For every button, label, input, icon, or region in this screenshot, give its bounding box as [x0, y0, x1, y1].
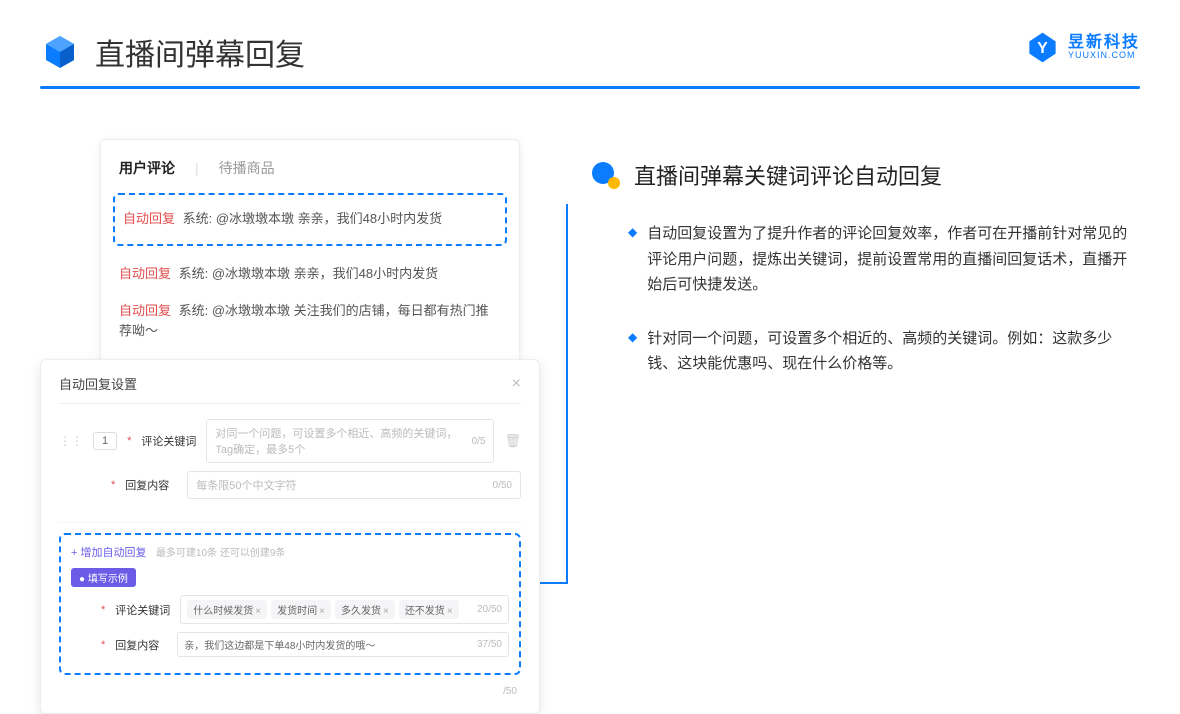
- trash-icon[interactable]: 🗑: [504, 433, 521, 449]
- placeholder-text: 对同一个问题，可设置多个相近、高频的关键词，Tag确定，最多5个: [215, 425, 471, 457]
- keyword-row: ⋮⋮ 1 * 评论关键词 对同一个问题，可设置多个相近、高频的关键词，Tag确定…: [59, 419, 521, 463]
- keyword-chip[interactable]: 发货时间×: [271, 600, 331, 619]
- logo-text-cn: 昱新科技: [1068, 35, 1140, 51]
- bullet-text: 针对同一个问题，可设置多个相近的、高频的关键词。例如：这款多少钱、这块能优惠吗、…: [647, 326, 1140, 377]
- tab-products[interactable]: 待播商品: [219, 158, 275, 178]
- settings-header: 自动回复设置 ×: [59, 374, 521, 404]
- example-keyword-row: * 评论关键词 什么时候发货×发货时间×多久发货×还不发货× 20/50: [71, 595, 509, 624]
- bottom-count: /50: [503, 686, 517, 697]
- close-icon[interactable]: ×: [512, 375, 521, 393]
- example-content-row: * 回复内容 亲，我们这边都是下单48小时内发货的哦～ 37/50: [71, 632, 509, 657]
- section-header: 直播间弹幕关键词评论自动回复: [590, 159, 1140, 191]
- comment-text: 系统: @冰墩墩本墩 亲亲，我们48小时内发货: [179, 266, 439, 281]
- tabs: 用户评论 | 待播商品: [119, 158, 501, 178]
- required-icon: *: [101, 639, 105, 651]
- comment-text: 系统: @冰墩墩本墩 关注我们的店铺，每日都有热门推荐呦～: [119, 303, 489, 339]
- highlighted-comment: 自动回复 系统: @冰墩墩本墩 亲亲，我们48小时内发货: [113, 193, 507, 246]
- bullet-item: ◆ 针对同一个问题，可设置多个相近的、高频的关键词。例如：这款多少钱、这块能优惠…: [590, 326, 1140, 377]
- ex-kw-label: 评论关键词: [115, 602, 170, 618]
- required-icon: *: [127, 435, 131, 447]
- right-panel: 直播间弹幕关键词评论自动回复 ◆ 自动回复设置为了提升作者的评论回复效率，作者可…: [590, 139, 1140, 405]
- comments-card: 用户评论 | 待播商品 自动回复 系统: @冰墩墩本墩 亲亲，我们48小时内发货…: [100, 139, 520, 369]
- comment-text: 系统: @冰墩墩本墩 亲亲，我们48小时内发货: [183, 211, 443, 226]
- char-count: 0/5: [472, 436, 486, 447]
- content-row: * 回复内容 每条限50个中文字符 0/50: [59, 471, 521, 499]
- add-row: + 增加自动回复 最多可建10条 还可以创建9条: [71, 543, 509, 568]
- diamond-icon: ◆: [628, 225, 637, 298]
- drag-icon[interactable]: ⋮⋮: [59, 434, 83, 448]
- settings-title: 自动回复设置: [59, 374, 137, 393]
- add-hint: 最多可建10条 还可以创建9条: [156, 548, 285, 559]
- add-auto-reply-link[interactable]: + 增加自动回复: [71, 544, 146, 560]
- auto-reply-tag: 自动回复: [119, 303, 171, 318]
- chat-bubble-icon: [590, 159, 622, 191]
- char-count: 20/50: [477, 604, 502, 615]
- keyword-input[interactable]: 对同一个问题，可设置多个相近、高频的关键词，Tag确定，最多5个 0/5: [206, 419, 494, 463]
- row-number: 1: [93, 432, 117, 450]
- ex-content-label: 回复内容: [115, 637, 167, 653]
- brand-logo: Y 昱新科技 YUUXIN.COM: [1025, 30, 1140, 65]
- example-box: + 增加自动回复 最多可建10条 还可以创建9条 ● 填写示例 * 评论关键词 …: [59, 533, 521, 675]
- left-panel: 用户评论 | 待播商品 自动回复 系统: @冰墩墩本墩 亲亲，我们48小时内发货…: [40, 139, 540, 405]
- logo-text-en: YUUXIN.COM: [1068, 51, 1140, 60]
- page-header: 直播间弹幕回复 Y 昱新科技 YUUXIN.COM: [0, 0, 1180, 74]
- example-tag: ● 填写示例: [71, 568, 136, 587]
- example-keyword-input[interactable]: 什么时候发货×发货时间×多久发货×还不发货× 20/50: [180, 595, 509, 624]
- setting-block: ⋮⋮ 1 * 评论关键词 对同一个问题，可设置多个相近、高频的关键词，Tag确定…: [59, 404, 521, 523]
- comment-row: 自动回复 系统: @冰墩墩本墩 亲亲，我们48小时内发货: [123, 201, 497, 238]
- example-content-input[interactable]: 亲，我们这边都是下单48小时内发货的哦～ 37/50: [177, 632, 509, 657]
- keyword-label: 评论关键词: [141, 433, 196, 449]
- required-icon: *: [111, 479, 115, 491]
- char-count: 0/50: [493, 480, 512, 491]
- content-label: 回复内容: [125, 477, 177, 493]
- tab-separator: |: [195, 160, 199, 176]
- placeholder-text: 每条限50个中文字符: [196, 477, 296, 493]
- keyword-chip[interactable]: 多久发货×: [335, 600, 395, 619]
- content-input[interactable]: 每条限50个中文字符 0/50: [187, 471, 521, 499]
- keyword-chip[interactable]: 还不发货×: [399, 600, 459, 619]
- logo-icon: Y: [1025, 30, 1060, 65]
- page-title: 直播间弹幕回复: [95, 30, 305, 74]
- chips-container: 什么时候发货×发货时间×多久发货×还不发货×: [187, 600, 462, 619]
- tab-comments[interactable]: 用户评论: [119, 158, 175, 178]
- ex-content-text: 亲，我们这边都是下单48小时内发货的哦～: [184, 637, 375, 652]
- diamond-icon: ◆: [628, 330, 637, 377]
- bullet-item: ◆ 自动回复设置为了提升作者的评论回复效率，作者可在开播前针对常见的评论用户问题…: [590, 221, 1140, 298]
- settings-card: 自动回复设置 × ⋮⋮ 1 * 评论关键词 对同一个问题，可设置多个相近、高频的…: [40, 359, 540, 714]
- section-title: 直播间弹幕关键词评论自动回复: [634, 159, 942, 191]
- svg-text:Y: Y: [1037, 40, 1048, 57]
- auto-reply-tag: 自动回复: [123, 211, 175, 226]
- comment-row: 自动回复 系统: @冰墩墩本墩 亲亲，我们48小时内发货: [119, 256, 501, 293]
- bullet-text: 自动回复设置为了提升作者的评论回复效率，作者可在开播前针对常见的评论用户问题，提…: [647, 221, 1140, 298]
- comment-row: 自动回复 系统: @冰墩墩本墩 关注我们的店铺，每日都有热门推荐呦～: [119, 293, 501, 351]
- auto-reply-tag: 自动回复: [119, 266, 171, 281]
- cube-icon: [40, 32, 80, 72]
- keyword-chip[interactable]: 什么时候发货×: [187, 600, 267, 619]
- required-icon: *: [101, 604, 105, 616]
- char-count: 37/50: [477, 639, 502, 650]
